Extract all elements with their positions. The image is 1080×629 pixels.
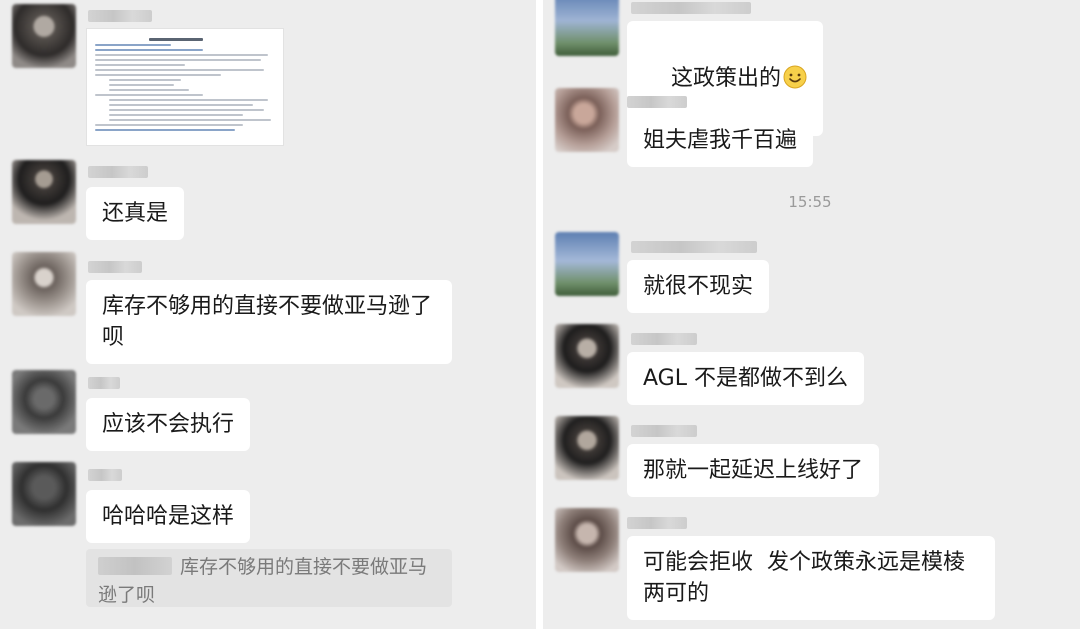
avatar[interactable] bbox=[555, 232, 619, 296]
sender-name bbox=[88, 469, 122, 481]
avatar[interactable] bbox=[555, 416, 619, 480]
avatar[interactable] bbox=[555, 508, 619, 572]
avatar[interactable] bbox=[12, 4, 76, 68]
sender-name bbox=[627, 517, 687, 529]
avatar[interactable] bbox=[12, 160, 76, 224]
message-text: 这政策出的 bbox=[670, 66, 781, 91]
avatar[interactable] bbox=[12, 370, 76, 434]
avatar[interactable] bbox=[555, 88, 619, 152]
message-bubble[interactable]: 可能会拒收 发个政策永远是模棱 两可的 bbox=[627, 536, 995, 620]
timestamp: 15:55 bbox=[788, 193, 832, 211]
sender-name bbox=[631, 425, 697, 437]
message-bubble[interactable]: AGL 不是都做不到么 bbox=[627, 352, 864, 405]
sender-name bbox=[88, 10, 152, 22]
sender-name bbox=[631, 333, 697, 345]
avatar[interactable] bbox=[12, 252, 76, 316]
left-chat-panel: 还真是 库存不够用的直接不要做亚马逊了 呗 应该不会执行 哈哈哈是这样 库存不够… bbox=[0, 0, 536, 629]
message-bubble[interactable]: 应该不会执行 bbox=[86, 398, 251, 451]
message-bubble[interactable]: 还真是 bbox=[86, 187, 185, 240]
sender-name bbox=[627, 96, 687, 108]
document-image[interactable] bbox=[86, 28, 284, 146]
sender-name bbox=[88, 166, 148, 178]
message-bubble[interactable]: 哈哈哈是这样 bbox=[86, 490, 251, 543]
sender-name bbox=[631, 2, 751, 14]
quoted-message[interactable]: 库存不够用的直接不要做亚马逊了呗 bbox=[86, 549, 452, 607]
sender-name bbox=[88, 261, 142, 273]
sender-name bbox=[88, 377, 120, 389]
right-chat-panel: 这政策出的 姐夫虐我千百遍 15:55 就很不现实 AGL 不是都做不到么 那就… bbox=[543, 0, 1080, 629]
message-bubble[interactable]: 就很不现实 bbox=[627, 260, 770, 313]
quoted-sender-name bbox=[98, 557, 172, 575]
avatar[interactable] bbox=[555, 324, 619, 388]
avatar[interactable] bbox=[555, 0, 619, 56]
message-bubble[interactable]: 那就一起延迟上线好了 bbox=[627, 444, 880, 497]
smile-emoji-icon bbox=[783, 65, 807, 89]
avatar[interactable] bbox=[12, 462, 76, 526]
sender-name bbox=[631, 241, 757, 253]
message-bubble[interactable]: 姐夫虐我千百遍 bbox=[627, 114, 814, 167]
message-bubble[interactable]: 库存不够用的直接不要做亚马逊了 呗 bbox=[86, 280, 452, 364]
